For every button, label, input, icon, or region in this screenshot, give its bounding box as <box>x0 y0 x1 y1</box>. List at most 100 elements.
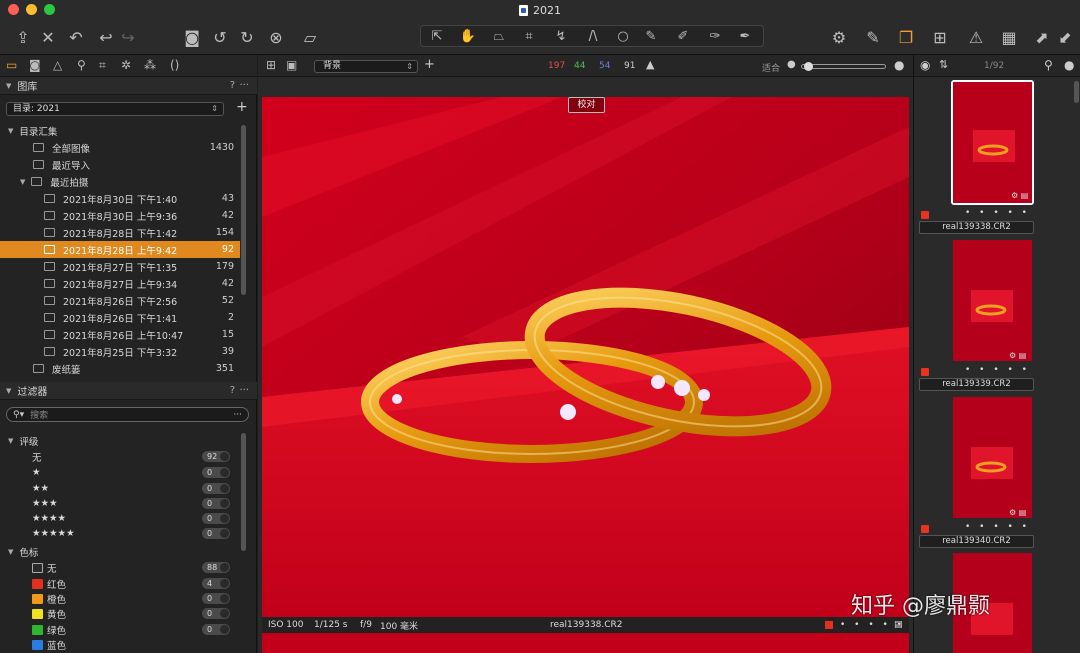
catalog-select[interactable]: 目录: 2021 ⇕ <box>6 102 224 116</box>
crop-tab-icon[interactable]: ⌗ <box>99 58 106 73</box>
list-item[interactable]: 2021年8月25日 下午3:32 39 <box>0 343 240 360</box>
circle-icon[interactable]: ○ <box>613 26 633 46</box>
camera-icon[interactable]: ◙ <box>182 25 202 49</box>
filmstrip-thumb[interactable]: ⚙ ▤ <box>951 397 1034 522</box>
collection-group-header[interactable]: ▼ 目录汇集 <box>0 122 240 139</box>
color-filter-row[interactable]: 绿色 0 <box>0 622 240 637</box>
help-button[interactable]: ? <box>230 80 235 91</box>
color-filter-row[interactable]: 黄色 0 <box>0 606 240 621</box>
straighten-icon[interactable]: ↯ <box>551 26 571 46</box>
heal-icon[interactable]: /\ <box>583 26 603 46</box>
layers-icon[interactable]: ❐ <box>895 25 917 49</box>
thumb-rating[interactable]: • • • • • <box>965 522 1030 532</box>
crop-mask-icon[interactable]: ▱ <box>299 25 321 49</box>
list-item[interactable]: 2021年8月27日 下午1:35 179 <box>0 258 240 275</box>
hand-icon[interactable]: ✋ <box>457 26 479 46</box>
exposure-tab-icon[interactable]: △ <box>53 58 62 72</box>
color-filter-row[interactable]: 红色 4 <box>0 576 240 591</box>
undo-icon[interactable]: ↶ <box>66 25 86 49</box>
add-catalog-button[interactable]: + <box>236 99 248 115</box>
warning-icon[interactable]: ⚠ <box>965 25 987 49</box>
rating-filter-row[interactable]: ★★ 0 <box>0 481 240 496</box>
rotate-right-icon[interactable]: ↻ <box>237 25 257 49</box>
zoom-out-icon[interactable]: ● <box>787 59 796 70</box>
library-scrollbar[interactable] <box>241 125 246 295</box>
grid-view-icon[interactable]: ⊞ <box>266 58 276 72</box>
filmstrip-scrollbar[interactable] <box>1074 81 1079 103</box>
filmstrip-thumb[interactable]: ⚙ ▤ <box>951 240 1034 365</box>
zoom-in-icon[interactable]: ● <box>894 58 904 72</box>
search-icon[interactable]: ⚲ <box>1044 58 1053 72</box>
metadata-tab-icon[interactable]: () <box>170 58 179 72</box>
grid-icon[interactable]: ▦ <box>998 25 1020 49</box>
collection-item-trash[interactable]: 废纸篓 351 <box>0 360 240 377</box>
list-item[interactable]: 2021年8月30日 下午1:40 43 <box>0 190 240 207</box>
filter-scrollbar[interactable] <box>241 433 246 551</box>
rating-filter-row[interactable]: 无 92 <box>0 449 240 464</box>
filmstrip-thumb[interactable]: ⚙ ▤ <box>951 80 1034 205</box>
collapse-triangle-icon[interactable]: ▼ <box>6 387 11 395</box>
thumb-rating[interactable]: • • • • • <box>965 208 1030 218</box>
sort-icon[interactable]: ⇅ <box>939 58 948 71</box>
import-icon[interactable]: ⇪ <box>12 25 34 49</box>
collapse-triangle-icon[interactable]: ▼ <box>20 178 25 186</box>
gradient-icon[interactable]: ✑ <box>705 26 725 46</box>
reset-icon[interactable]: ⊗ <box>266 25 286 49</box>
zoom-fit-label[interactable]: 适合 <box>762 61 780 74</box>
grid-view-icon[interactable]: ⊞ <box>929 25 951 49</box>
filter-section-header[interactable]: ▼ 过滤器 ? ··· <box>0 382 257 400</box>
brush-icon[interactable]: ✎ <box>641 26 661 46</box>
single-view-icon[interactable]: ▣ <box>286 58 297 72</box>
collection-item-recent-capture[interactable]: ▼ 最近拍摄 <box>0 173 240 190</box>
list-item[interactable]: 2021年8月30日 上午9:36 42 <box>0 207 240 224</box>
camera-tab-icon[interactable]: ◙ <box>29 58 41 72</box>
rating-filter-row[interactable]: ★★★ 0 <box>0 496 240 511</box>
add-layer-button[interactable]: + <box>424 57 435 72</box>
zoom-slider[interactable] <box>801 62 886 71</box>
color-filter-row[interactable]: 橙色 0 <box>0 591 240 606</box>
expand-icon[interactable]: ⬈ <box>1032 25 1052 49</box>
help-button[interactable]: ? <box>230 385 235 396</box>
list-item[interactable]: 2021年8月27日 上午9:34 42 <box>0 275 240 292</box>
rating-group-header[interactable]: ▼ 评级 <box>0 432 240 449</box>
info-icon[interactable]: ▤ <box>894 620 903 630</box>
rating-filter-row[interactable]: ★★★★ 0 <box>0 511 240 526</box>
settings-icon[interactable]: ⚙ <box>828 25 850 49</box>
crop-icon[interactable]: ⌗ <box>519 26 539 46</box>
edit-icon[interactable]: ✎ <box>862 25 884 49</box>
undo-back-icon[interactable]: ↩ <box>96 25 116 49</box>
color-tag-red[interactable] <box>921 368 929 376</box>
color-tag-red[interactable] <box>921 211 929 219</box>
list-item[interactable]: 2021年8月26日 下午2:56 52 <box>0 292 240 309</box>
color-group-header[interactable]: ▼ 色标 <box>0 543 240 560</box>
collapse-triangle-icon[interactable]: ▼ <box>8 548 13 556</box>
redo-icon[interactable]: ↪ <box>118 25 138 49</box>
list-item-selected[interactable]: 2021年8月28日 上午9:42 92 <box>0 241 240 258</box>
folder-tab-icon[interactable]: ▭ <box>6 58 17 72</box>
layer-select[interactable]: 背景 ⇕ <box>314 60 418 73</box>
keystone-icon[interactable]: ⏢ <box>489 26 509 46</box>
library-section-header[interactable]: ▼ 图库 ? ··· <box>0 77 257 95</box>
rating-filter-row[interactable]: ★ 0 <box>0 465 240 480</box>
eye-icon[interactable]: ◉ <box>920 58 930 72</box>
filter-search-input[interactable]: ⚲▾ 搜索 ··· <box>6 407 249 422</box>
list-item[interactable]: 2021年8月28日 下午1:42 154 <box>0 224 240 241</box>
close-window-button[interactable] <box>8 4 19 15</box>
minimize-window-button[interactable] <box>26 4 37 15</box>
maximize-window-button[interactable] <box>44 4 55 15</box>
search-tab-icon[interactable]: ⚲ <box>77 58 86 72</box>
collection-item-recent-import[interactable]: 最近导入 <box>0 156 240 173</box>
collapse-triangle-icon[interactable]: ▼ <box>8 437 13 445</box>
zoom-slider-handle[interactable] <box>804 62 813 71</box>
list-item[interactable]: 2021年8月26日 上午10:47 15 <box>0 326 240 343</box>
settings-tab-icon[interactable]: ✲ <box>121 58 131 72</box>
color-tag-red[interactable] <box>921 525 929 533</box>
color-filter-row[interactable]: 蓝色 <box>0 638 240 651</box>
color-tag-red[interactable] <box>825 621 833 629</box>
exposure-warning-icon[interactable]: ▲ <box>646 58 654 71</box>
rotate-left-icon[interactable]: ↺ <box>210 25 230 49</box>
rating-filter-row[interactable]: ★★★★★ 0 <box>0 526 240 541</box>
delete-icon[interactable]: ✕ <box>38 25 58 49</box>
filter-menu-button[interactable]: ··· <box>239 385 249 396</box>
thumb-rating[interactable]: • • • • • <box>965 365 1030 375</box>
